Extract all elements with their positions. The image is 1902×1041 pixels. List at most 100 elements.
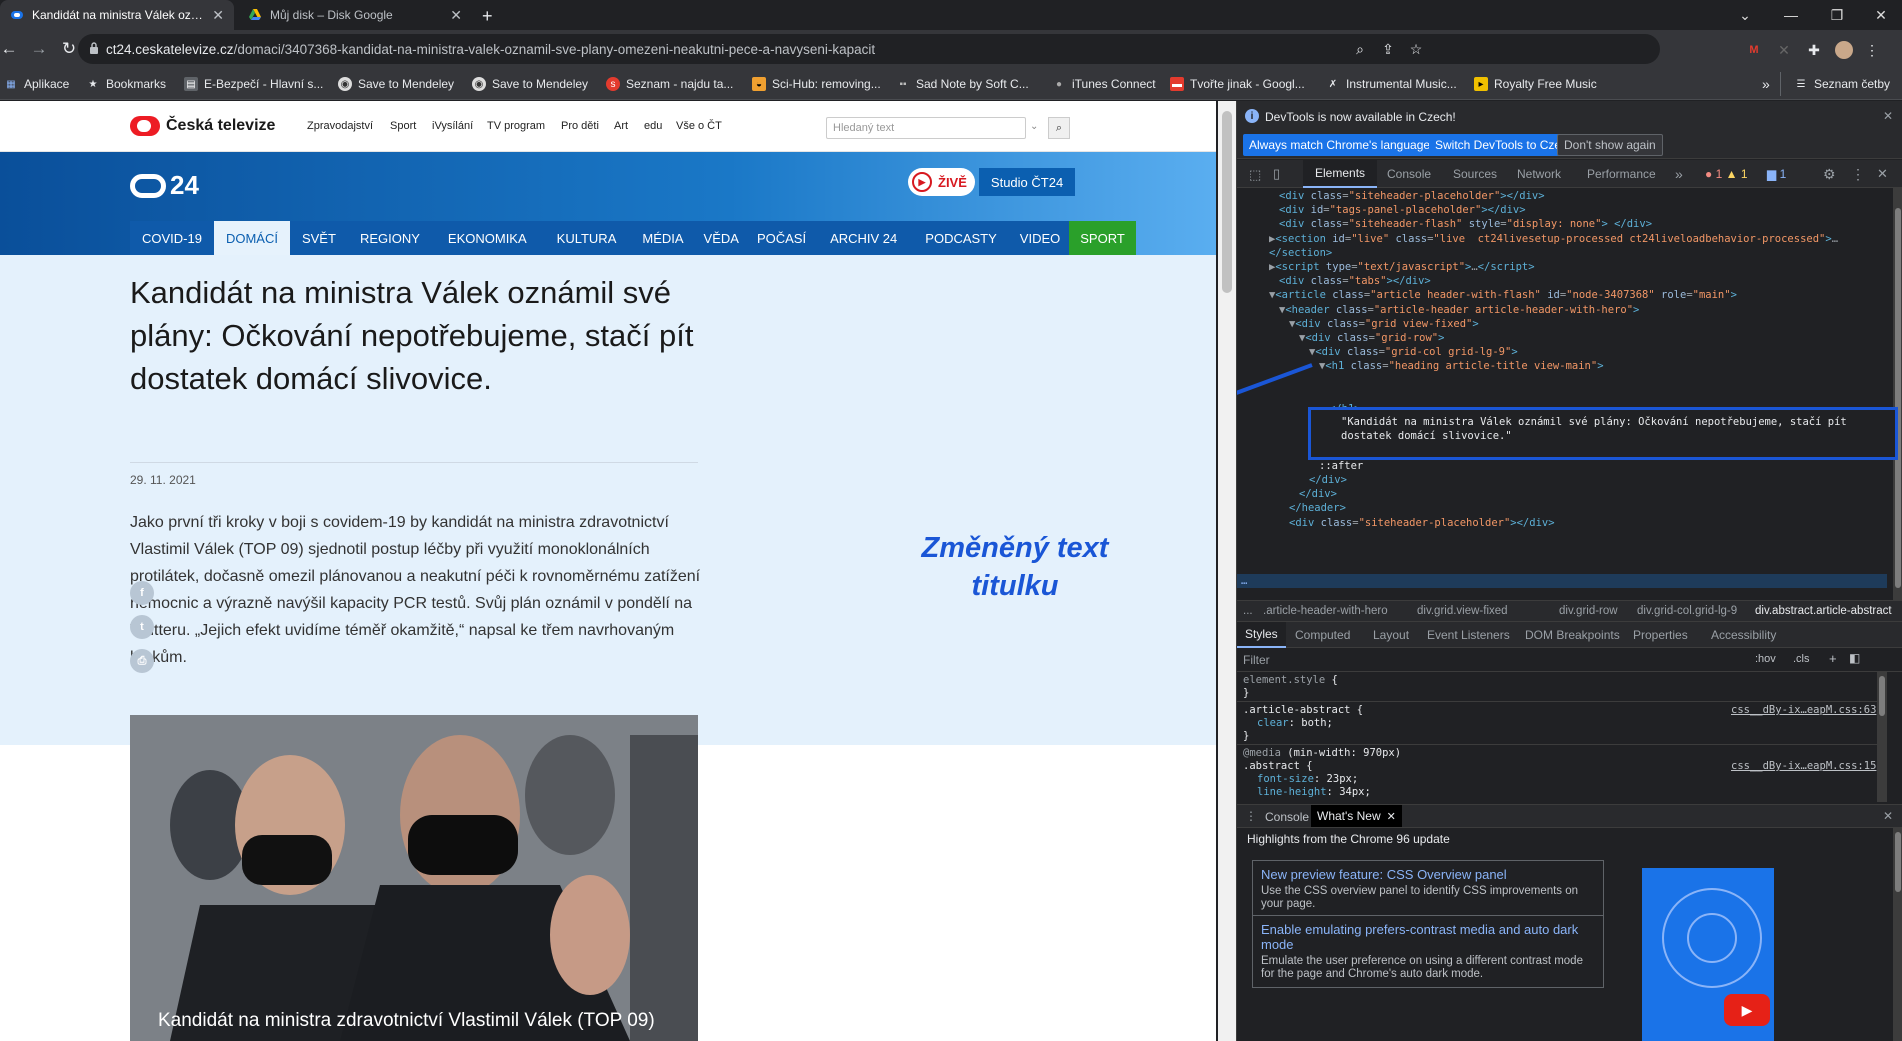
ct24-logo[interactable]: 24 — [130, 170, 199, 201]
close-tab-icon[interactable]: ✕ — [1387, 810, 1396, 823]
bookmark-item[interactable]: ◒ Sci-Hub: removing... — [752, 75, 881, 93]
bookmark-item[interactable]: ◉ Save to Mendeley — [338, 75, 454, 93]
close-drawer-icon[interactable]: ✕ — [1883, 809, 1893, 823]
share-icon[interactable]: ⇪ — [1380, 41, 1396, 57]
new-tab-icon[interactable]: + — [482, 6, 493, 27]
breadcrumb-item[interactable]: .article-header-with-hero — [1263, 605, 1388, 617]
close-tab-icon[interactable]: ✕ — [450, 7, 462, 24]
feature-card[interactable]: Enable emulating prefers-contrast media … — [1252, 915, 1604, 988]
restore-icon[interactable]: ❐ — [1814, 0, 1860, 30]
dom-node-line[interactable]: ::after — [1319, 459, 1363, 473]
ct-nav-item[interactable]: Art — [614, 120, 628, 132]
section-tab[interactable]: ARCHIV 24 — [816, 221, 911, 255]
section-tab[interactable]: VIDEO — [1011, 221, 1069, 255]
edited-headline-text[interactable]: "Kandidát na ministra Válek oznámil své … — [1341, 415, 1891, 443]
dom-node-line[interactable]: <div class="tabs"></div> — [1279, 274, 1431, 288]
extensions-puzzle-icon[interactable]: ✚ — [1804, 40, 1824, 60]
kebab-menu-icon[interactable]: ⋮ — [1851, 160, 1865, 188]
tab-search-icon[interactable]: ⌄ — [1722, 0, 1768, 30]
drawer-tab-whatsnew[interactable]: What's New ✕ — [1311, 805, 1402, 827]
bookmark-item[interactable]: ★ Bookmarks — [86, 75, 167, 93]
ct-nav-item[interactable]: Zpravodajství — [307, 120, 373, 132]
print-icon[interactable]: ⎙ — [130, 649, 154, 673]
tab-ct24[interactable]: Kandidát na ministra Válek oznámil svoje… — [0, 0, 234, 30]
close-tab-icon[interactable]: ✕ — [212, 7, 224, 24]
style-declaration[interactable]: font-size: 23px; — [1257, 773, 1358, 787]
zoom-icon[interactable]: ⌕ — [1352, 41, 1368, 57]
bookmark-star-icon[interactable]: ☆ — [1408, 41, 1424, 57]
section-tab[interactable]: REGIONY — [348, 221, 432, 255]
section-tab[interactable]: EKONOMIKA — [432, 221, 543, 255]
bookmark-item[interactable]: ✗ Instrumental Music... — [1326, 75, 1457, 93]
address-bar[interactable]: ct24.ceskatelevize.cz/domaci/3407368-kan… — [78, 34, 1660, 64]
search-icon[interactable]: ⌕ — [1048, 117, 1070, 139]
section-tab[interactable]: SVĚT — [290, 221, 348, 255]
tab-event-listeners[interactable]: Event Listeners — [1427, 622, 1510, 648]
drawer-menu-icon[interactable]: ⋮ — [1245, 809, 1257, 823]
section-tab-active[interactable]: DOMÁCÍ — [213, 221, 290, 255]
ct-logo[interactable]: Česká televize — [130, 116, 275, 136]
ct-nav-item[interactable]: edu — [644, 120, 662, 132]
always-match-language-button[interactable]: Always match Chrome's language — [1243, 134, 1437, 156]
dom-node-line[interactable]: ▼<div class="grid-col grid-lg-9"> — [1309, 345, 1518, 359]
dom-node-line[interactable]: ▼<div class="grid view-fixed"> — [1289, 317, 1479, 331]
breadcrumb-item-active[interactable]: div.abstract.article-abstract — [1755, 605, 1892, 617]
dom-scrollbar[interactable] — [1893, 188, 1902, 600]
dont-show-again-button[interactable]: Don't show again — [1557, 134, 1663, 156]
more-tabs-icon[interactable]: » — [1675, 160, 1683, 188]
breadcrumb-item[interactable]: ... — [1243, 605, 1253, 617]
dom-node-line[interactable]: </div> — [1309, 473, 1347, 487]
tab-sources[interactable]: Sources — [1453, 160, 1497, 188]
avatar[interactable] — [1834, 40, 1854, 60]
live-button[interactable]: ▶ ŽIVĚ — [908, 168, 975, 196]
url-text[interactable]: ct24.ceskatelevize.cz/domaci/3407368-kan… — [106, 42, 875, 57]
minimize-icon[interactable]: — — [1768, 0, 1814, 30]
style-declaration[interactable]: clear: both; — [1257, 717, 1333, 731]
dom-node-line[interactable]: ▼<h1 class="heading article-title view-m… — [1319, 359, 1604, 373]
dom-node-line[interactable]: ▼<header class="article-header article-h… — [1279, 303, 1639, 317]
bookmark-item[interactable]: ▬ Tvořte jinak - Googl... — [1170, 75, 1305, 93]
bookmark-item[interactable]: ▤ E-Bezpečí - Hlavní s... — [184, 75, 323, 93]
extension-x-icon[interactable]: ✕ — [1774, 40, 1794, 60]
ct-nav-item[interactable]: Vše o ČT — [676, 120, 722, 132]
tab-properties[interactable]: Properties — [1633, 622, 1688, 648]
reading-list-button[interactable]: ☰ Seznam četby — [1794, 75, 1891, 93]
settings-gear-icon[interactable]: ⚙ — [1823, 160, 1836, 188]
page-scrollbar[interactable] — [1218, 101, 1236, 1041]
studio-ct24-button[interactable]: Studio ČT24 — [978, 168, 1076, 196]
drawer-scrollbar[interactable] — [1893, 828, 1902, 1041]
dom-node-line[interactable]: ▼<article class="article header-with-fla… — [1269, 288, 1737, 302]
youtube-play-icon[interactable]: ▶ — [1724, 994, 1770, 1026]
back-icon[interactable]: ← — [0, 36, 22, 62]
dom-node-line[interactable]: </div> — [1299, 487, 1337, 501]
tab-computed[interactable]: Computed — [1295, 622, 1350, 648]
bookmark-item[interactable]: ◉ Save to Mendeley — [472, 75, 588, 93]
breadcrumb-item[interactable]: div.grid.view-fixed — [1417, 605, 1508, 617]
device-toolbar-icon[interactable]: ▯ — [1273, 166, 1280, 182]
close-window-icon[interactable]: ✕ — [1858, 0, 1902, 30]
section-tab[interactable]: VĚDA — [696, 221, 747, 255]
filter-input[interactable]: Filter — [1243, 653, 1270, 667]
messages-badge[interactable]: ▆ 1 — [1767, 160, 1786, 188]
close-icon[interactable]: ✕ — [1883, 109, 1893, 123]
chrome-menu-icon[interactable]: ⋮ — [1862, 40, 1882, 60]
tab-network[interactable]: Network — [1517, 160, 1561, 188]
tab-performance[interactable]: Performance — [1587, 160, 1656, 188]
dom-node-line[interactable]: <div class="siteheader-placeholder"></di… — [1279, 189, 1545, 203]
twitter-share-icon[interactable]: t — [130, 615, 154, 639]
scrollbar-thumb[interactable] — [1222, 111, 1232, 293]
style-source-link[interactable]: css__dBy-ix…eapM.css:63 — [1731, 704, 1876, 718]
tab-accessibility[interactable]: Accessibility — [1711, 622, 1776, 648]
dom-node-line[interactable]: ▶<script type="text/javascript">…</scrip… — [1269, 260, 1535, 274]
add-rule-icon[interactable]: + — [1829, 651, 1837, 666]
inspect-icon[interactable]: ⬚ — [1249, 167, 1261, 183]
tab-console[interactable]: Console — [1387, 160, 1431, 188]
breadcrumb-item[interactable]: div.grid-col.grid-lg-9 — [1637, 605, 1737, 617]
dom-node-line[interactable]: <div class="siteheader-placeholder"></di… — [1289, 516, 1555, 530]
dom-node-line[interactable]: <div id="tags-panel-placeholder"></div> — [1279, 203, 1526, 217]
section-tab[interactable]: KULTURA — [543, 221, 631, 255]
mendeley-extension-icon[interactable]: M — [1744, 40, 1764, 60]
bookmark-item[interactable]: s Seznam - najdu ta... — [606, 75, 733, 93]
tab-styles[interactable]: Styles — [1237, 622, 1286, 648]
dom-tree[interactable]: … <div class="siteheader-placeholder"></… — [1237, 188, 1902, 600]
